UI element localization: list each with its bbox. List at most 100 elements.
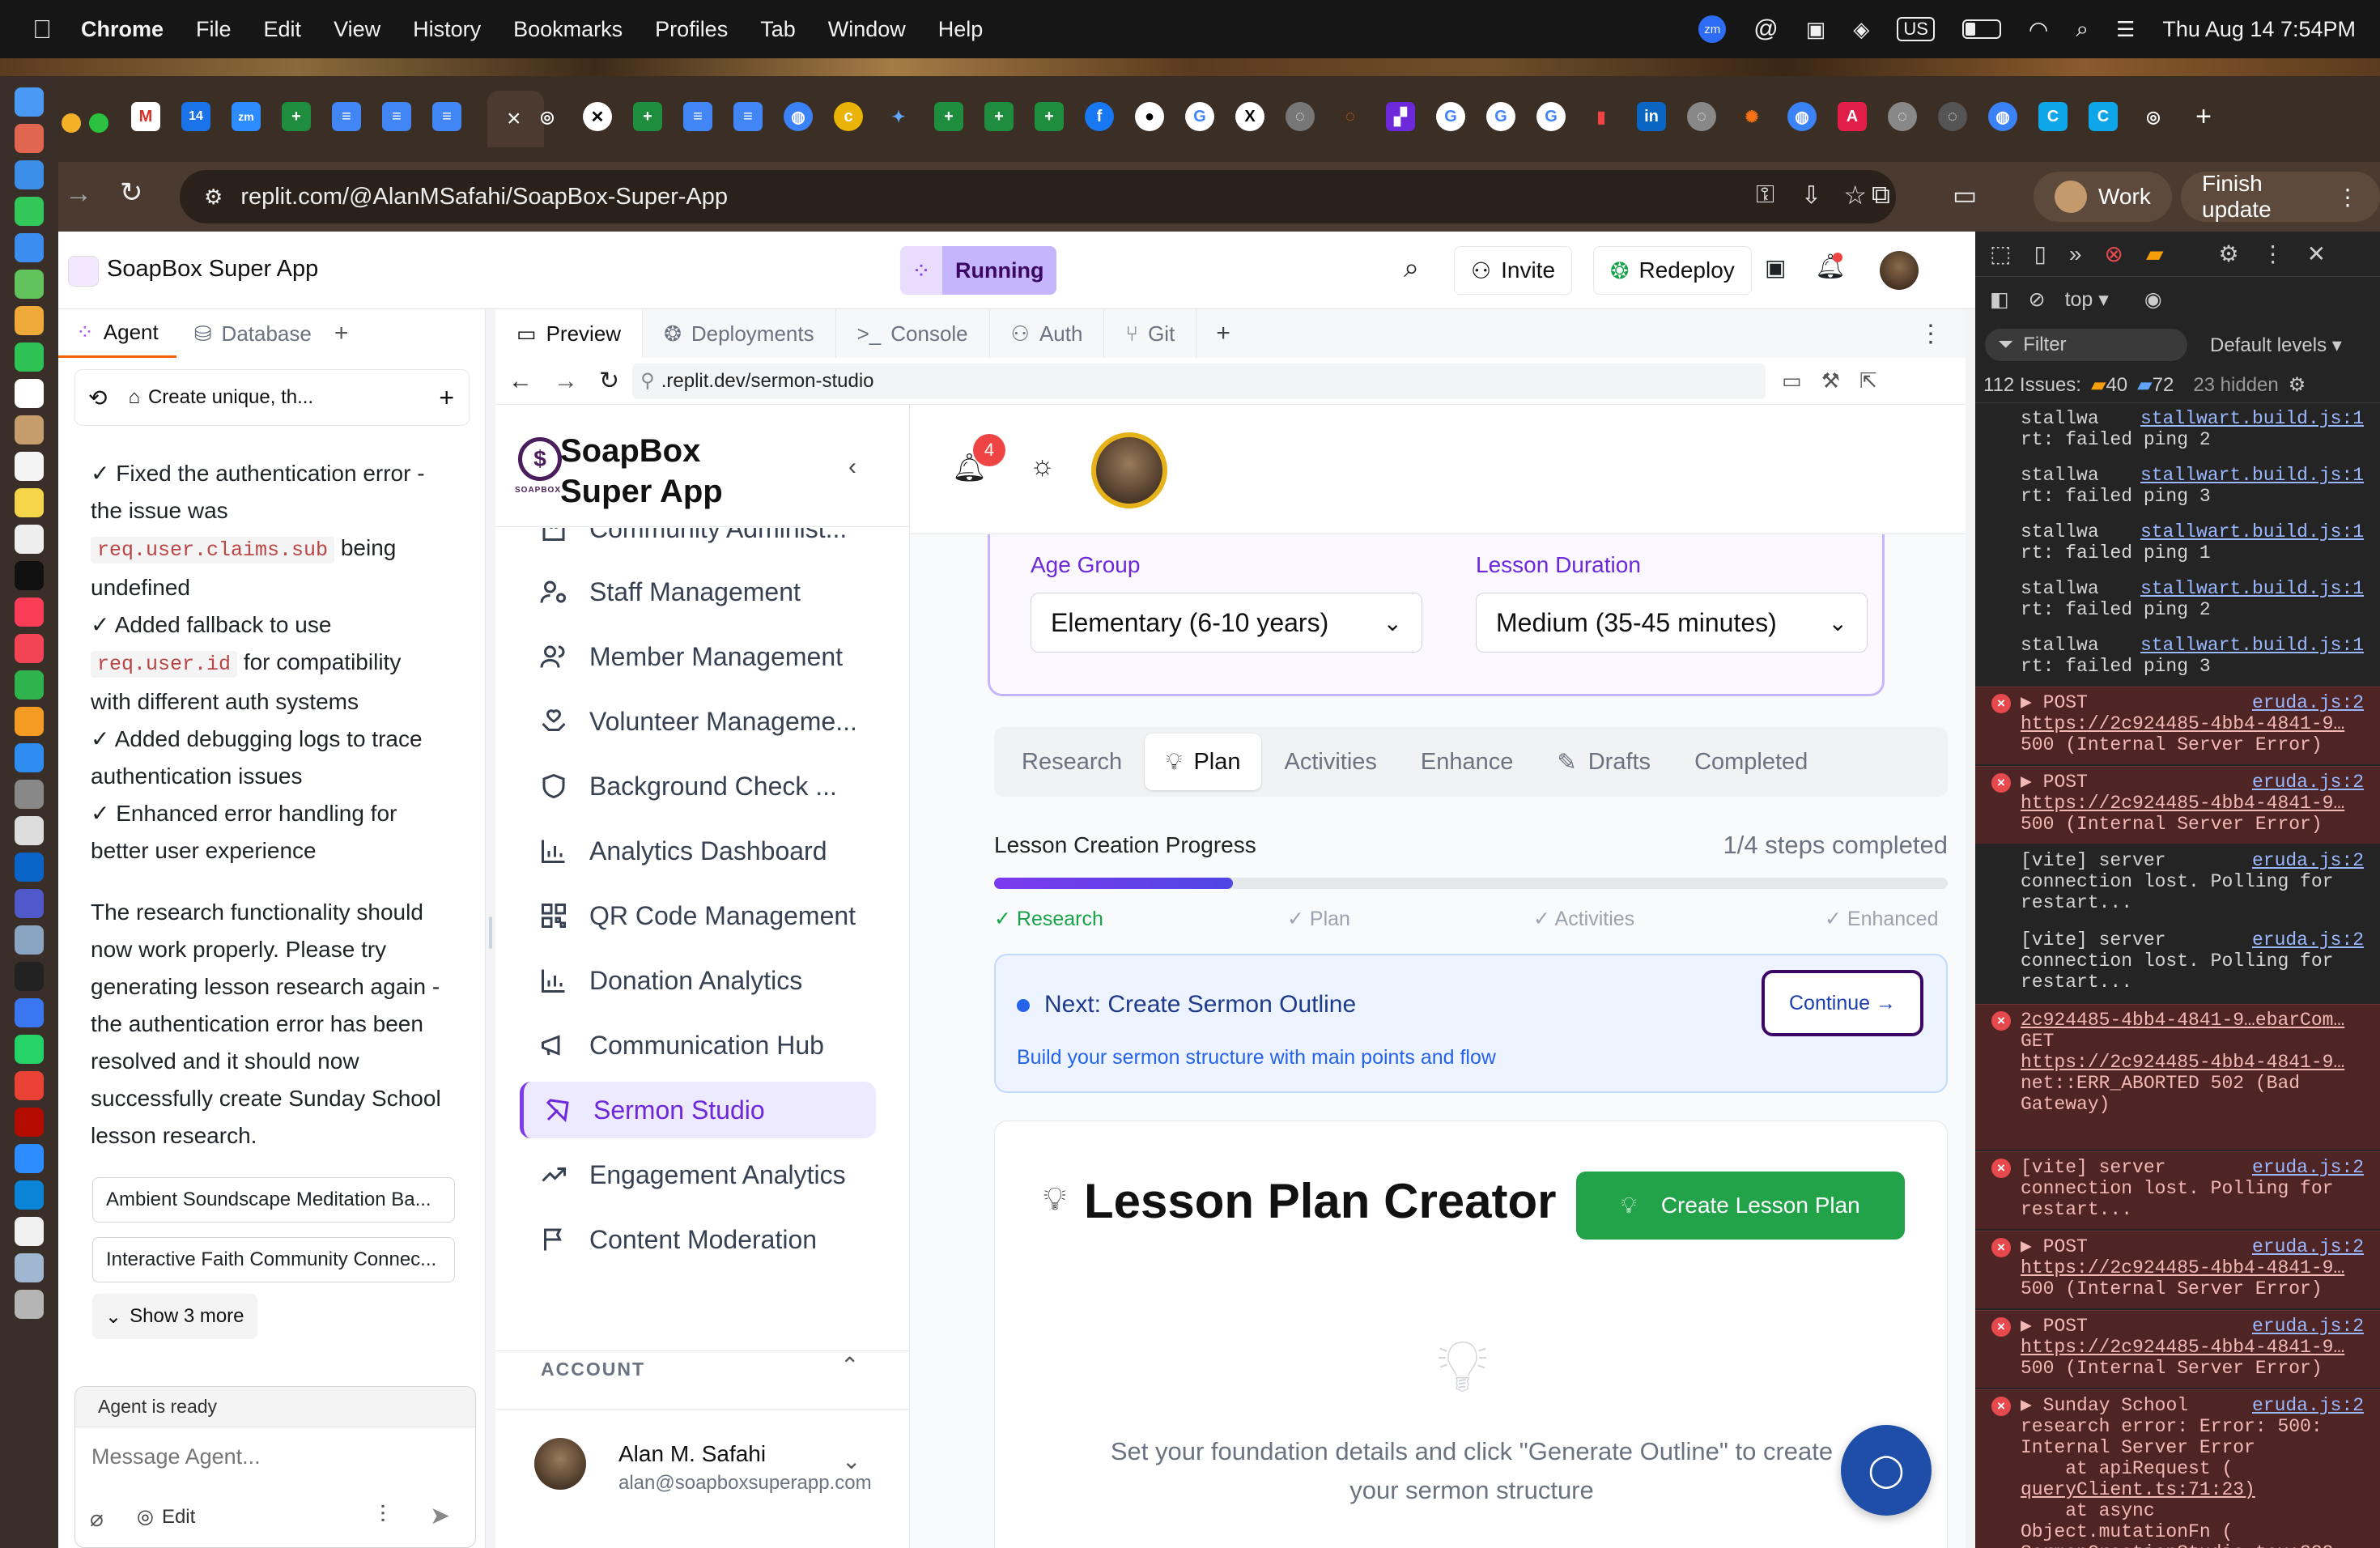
message-agent-input[interactable] (75, 1427, 475, 1486)
thread-title[interactable]: Create unique, th... (148, 386, 313, 409)
nav-donation-analytics[interactable]: Donation Analytics (520, 952, 876, 1009)
lesson-tab-plan[interactable]: 💡︎ Plan (1145, 734, 1262, 790)
dock-textedit-icon[interactable] (15, 1217, 44, 1246)
pane-menu-icon[interactable]: ⋮ (1919, 320, 1943, 348)
console-source-link[interactable]: stallwart.build.js:1 (2140, 408, 2364, 429)
console-log-entry[interactable]: [vite] server connection lost. Polling f… (1975, 845, 2380, 923)
console-source-link[interactable]: stallwart.build.js:1 (2140, 635, 2364, 656)
nav-staff-management[interactable]: Staff Management (520, 563, 876, 620)
bookmark-star-icon[interactable]: ☆ (1843, 180, 1867, 211)
account-menu-chevron-icon[interactable]: ⌄ (842, 1448, 861, 1474)
continue-button[interactable]: Continue → (1762, 970, 1923, 1036)
tab-coin-icon[interactable]: c (834, 102, 863, 131)
preview-url-field[interactable]: ⚲ .replit.dev/sermon-studio (632, 363, 1766, 399)
dock-news-icon[interactable] (15, 634, 44, 663)
tab-deployments[interactable]: ❂ Deployments (643, 309, 836, 358)
device-toolbar-icon[interactable]: ▯ (2034, 240, 2046, 267)
show-more-button[interactable]: ⌄ Show 3 more (92, 1294, 257, 1339)
header-avatar[interactable] (1091, 432, 1167, 508)
nav-engagement-analytics[interactable]: Engagement Analytics (520, 1146, 876, 1203)
add-tab-icon[interactable]: + (334, 320, 349, 347)
console-source-link[interactable]: eruda.js:2 (2252, 1157, 2364, 1178)
console-error-entry[interactable]: ▶ POST https://2c924485-4bb4-4841-9… 500 … (1975, 1231, 2380, 1308)
password-key-icon[interactable]: ⚿ (1756, 181, 1774, 209)
nav-volunteer-management[interactable]: Volunteer Manageme... (520, 693, 876, 750)
console-error-entry[interactable]: 2c924485-4bb4-4841-9…ebarCom… GET https://… (1975, 1004, 2380, 1150)
dock-downloads-icon[interactable] (15, 1253, 44, 1282)
nav-analytics-dashboard[interactable]: Analytics Dashboard (520, 823, 876, 879)
tab-google-icon-2[interactable]: G (1436, 102, 1465, 131)
console-log-entry[interactable]: stallwa rt: failed ping 2 stallwart.build… (1975, 573, 2380, 628)
menu-help[interactable]: Help (938, 17, 984, 42)
apple-icon[interactable]:  (32, 15, 52, 45)
devtools-settings-icon[interactable]: ⚙ (2218, 240, 2238, 267)
tab-git[interactable]: ⑂ Git (1104, 309, 1197, 358)
clock[interactable]: Thu Aug 14 7:54PM (2162, 17, 2356, 42)
live-expression-eye-icon[interactable]: ◉ (2144, 287, 2162, 312)
dock-pages-icon[interactable] (15, 707, 44, 736)
tab-docs-icon-3[interactable]: ≡ (432, 102, 461, 131)
lesson-tab-enhance[interactable]: Enhance (1400, 734, 1535, 790)
running-status[interactable]: ⁘ Running (900, 246, 1057, 295)
suggestion-chip[interactable]: Interactive Faith Community Connec... (92, 1237, 455, 1282)
console-error-entry[interactable]: ▶ POST https://2c924485-4bb4-4841-9… 500 … (1975, 766, 2380, 844)
menu-app-chrome[interactable]: Chrome (81, 17, 164, 42)
issues-info-count[interactable]: ▰72 (2137, 373, 2174, 397)
address-bar[interactable]: ⚙ replit.com/@AlanMSafahi/SoapBox-Super-… (180, 170, 1896, 223)
create-lesson-plan-button[interactable]: 💡︎ Create Lesson Plan (1576, 1172, 1905, 1240)
sidebar-toggle-icon[interactable]: ◧ (1990, 287, 2009, 312)
tab-linkedin-icon[interactable]: in (1637, 102, 1666, 131)
extensions-icon[interactable]: ⧉ (1872, 180, 1890, 211)
tab-calendar-icon[interactable]: 14 (181, 102, 210, 131)
lesson-duration-select[interactable]: Medium (35-45 minutes) ⌄ (1476, 593, 1868, 653)
filter-input[interactable]: ⏷ Filter (1985, 329, 2187, 361)
console-log-entry[interactable]: stallwa rt: failed ping 3 stallwart.build… (1975, 460, 2380, 515)
tab-acrobat-icon[interactable]: A (1838, 102, 1867, 131)
dock-freeform-icon[interactable] (15, 525, 44, 554)
issues-settings-icon[interactable]: ⚙ (2289, 373, 2306, 397)
dock-messages-icon[interactable] (15, 197, 44, 226)
nav-qr-code-management[interactable]: QR Code Management (520, 887, 876, 944)
nav-member-management[interactable]: Member Management (520, 628, 876, 685)
edit-mode-button[interactable]: ◎ Edit (137, 1505, 195, 1529)
wifi-icon[interactable]: ◠ (2029, 16, 2048, 43)
dock-chrome-icon[interactable] (15, 1071, 44, 1100)
dock-teams-icon[interactable] (15, 889, 44, 918)
console-error-entry[interactable]: ▶ POST https://2c924485-4bb4-4841-9… 500 … (1975, 687, 2380, 764)
menu-window[interactable]: Window (828, 17, 906, 42)
console-source-link[interactable]: stallwart.build.js:1 (2140, 578, 2364, 599)
console-source-link[interactable]: eruda.js:2 (2252, 850, 2364, 871)
tab-sheets-icon-5[interactable]: + (1035, 102, 1064, 131)
tab-sheets-icon-4[interactable]: + (984, 102, 1014, 131)
dock-iphone-mirroring-icon[interactable] (15, 816, 44, 845)
profile-button[interactable]: Work (2034, 172, 2172, 222)
console-source-link[interactable]: stallwart.build.js:1 (2140, 465, 2364, 486)
account-collapse-icon[interactable]: ⌃ (840, 1352, 859, 1379)
attach-icon[interactable]: ⌀ (90, 1505, 104, 1532)
console-log-entry[interactable]: stallwa rt: failed ping 2 stallwart.build… (1975, 403, 2380, 458)
back-icon[interactable]: ← (508, 368, 533, 395)
history-icon[interactable]: ⟲ (88, 385, 107, 411)
lesson-tab-drafts[interactable]: ✎ Drafts (1536, 734, 1672, 790)
dock-mail-icon[interactable] (15, 233, 44, 262)
at-status-icon[interactable]: @ (1753, 15, 1778, 43)
console-log-entry[interactable]: [vite] server connection lost. Polling f… (1975, 925, 2380, 1002)
dock-contacts-icon[interactable] (15, 415, 44, 444)
menu-history[interactable]: History (413, 17, 481, 42)
console-source-link[interactable]: eruda.js:2 (2252, 772, 2364, 793)
nav-community-admin[interactable]: Community Administ... (520, 528, 876, 557)
settings-sliders-icon[interactable]: ⫶ (380, 1502, 386, 1529)
invite-button[interactable]: ⚇ Invite (1454, 246, 1573, 295)
new-tab-icon[interactable]: + (2189, 101, 2218, 132)
tab-globe-icon-4[interactable]: ◍ (1787, 102, 1817, 131)
workspace-toggle-icon[interactable]: ▣ (1765, 254, 1786, 281)
tab-spinner-icon[interactable]: ◌ (1336, 102, 1365, 131)
lesson-tab-research[interactable]: Research (1001, 734, 1143, 790)
dock-launchpad-icon[interactable] (15, 124, 44, 153)
dock-notes-icon[interactable] (15, 488, 44, 517)
dock-settings-icon[interactable] (15, 780, 44, 809)
theme-toggle-sun-icon[interactable]: ☼ (1030, 450, 1055, 482)
dock-calendar-icon[interactable] (15, 379, 44, 408)
dock-numbers-icon[interactable] (15, 670, 44, 700)
warning-count-icon[interactable]: ▰ (2146, 240, 2164, 267)
